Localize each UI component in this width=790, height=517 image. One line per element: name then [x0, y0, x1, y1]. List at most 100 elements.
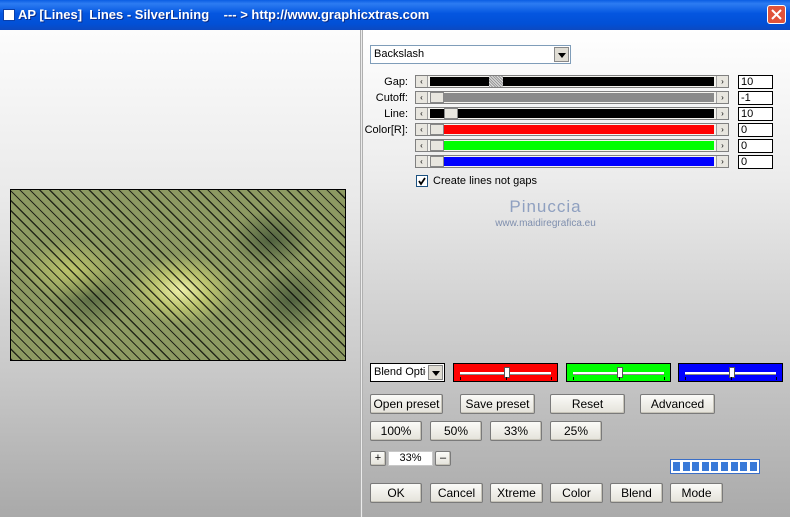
app-icon: [3, 9, 15, 21]
color-slider[interactable]: [678, 363, 783, 382]
arrow-left-icon[interactable]: ‹: [416, 140, 428, 151]
chevron-down-icon: [558, 53, 566, 58]
slider-label: Cutoff:: [375, 92, 408, 104]
slider-value-field[interactable]: 0: [738, 139, 773, 153]
zoom-out-button[interactable]: –: [435, 451, 451, 466]
create-lines-label: Create lines not gaps: [433, 175, 537, 187]
slider-thumb[interactable]: [430, 140, 444, 151]
slider-label: Line:: [384, 108, 408, 120]
slider-label: Gap:: [384, 76, 408, 88]
slider-thumb[interactable]: [504, 367, 510, 378]
arrow-right-icon[interactable]: ›: [716, 92, 728, 103]
zoom-100-button[interactable]: 100%: [370, 421, 422, 441]
arrow-left-icon[interactable]: ‹: [416, 76, 428, 87]
slider-track[interactable]: ‹ ›: [415, 155, 729, 168]
progress-cell: [730, 462, 738, 471]
progress-cell: [701, 462, 709, 471]
save-preset-button[interactable]: Save preset: [460, 394, 535, 414]
slider-track[interactable]: ‹ ›: [415, 123, 729, 136]
title-bar: AP [Lines] Lines - SilverLining --- > ht…: [0, 0, 790, 30]
slider-value-field[interactable]: 10: [738, 107, 773, 121]
blend-button[interactable]: Blend: [610, 483, 663, 503]
advanced-button[interactable]: Advanced: [640, 394, 715, 414]
slider-value-field[interactable]: -1: [738, 91, 773, 105]
slider-value-field[interactable]: 0: [738, 155, 773, 169]
slider-track[interactable]: ‹ ›: [415, 75, 729, 88]
zoom-25-button[interactable]: 25%: [550, 421, 602, 441]
zoom-50-button[interactable]: 50%: [430, 421, 482, 441]
color-button[interactable]: Color: [550, 483, 603, 503]
progress-bar: [670, 459, 760, 474]
arrow-right-icon[interactable]: ›: [716, 124, 728, 135]
arrow-left-icon[interactable]: ‹: [416, 108, 428, 119]
slider-track[interactable]: ‹ ›: [415, 91, 729, 104]
mode-button[interactable]: Mode: [670, 483, 723, 503]
slider-label: Color[R]:: [364, 124, 408, 136]
slider-thumb[interactable]: [729, 367, 735, 378]
progress-cell: [692, 462, 700, 471]
slider-track[interactable]: ‹ ›: [415, 139, 729, 152]
slider-value-field[interactable]: 0: [738, 123, 773, 137]
slider-thumb[interactable]: [444, 108, 458, 119]
slider-fill: [430, 125, 714, 134]
progress-cell: [673, 462, 680, 471]
blend-options-select[interactable]: Blend Optio: [370, 363, 445, 382]
blend-options-value: Blend Optio: [374, 366, 426, 378]
zoom-level-field[interactable]: 33%: [388, 451, 433, 466]
slider-track[interactable]: ‹ ›: [415, 107, 729, 120]
slider-thumb[interactable]: [489, 76, 503, 87]
arrow-left-icon[interactable]: ‹: [416, 156, 428, 167]
slider-tick: [776, 377, 777, 380]
slider-tick: [664, 377, 665, 380]
slider-thumb[interactable]: [430, 124, 444, 135]
close-icon: [771, 9, 782, 20]
slider-tick: [573, 377, 574, 380]
slider-tick: [731, 377, 732, 380]
dropdown-arrow[interactable]: [554, 47, 569, 62]
checkmark-icon: [418, 177, 426, 186]
progress-cell: [711, 462, 719, 471]
pattern-select-value: Backslash: [374, 48, 425, 60]
arrow-right-icon[interactable]: ›: [716, 140, 728, 151]
slider-value-field[interactable]: 10: [738, 75, 773, 89]
create-lines-checkbox[interactable]: [416, 175, 428, 187]
progress-cell: [749, 462, 757, 471]
pattern-select[interactable]: Backslash: [370, 45, 571, 64]
color-slider[interactable]: [566, 363, 671, 382]
slider-tick: [460, 377, 461, 380]
watermark-title: Pinuccia: [509, 197, 582, 216]
preview-image: [10, 189, 346, 361]
arrow-right-icon[interactable]: ›: [716, 76, 728, 87]
arrow-left-icon[interactable]: ‹: [416, 92, 428, 103]
window-title: AP [Lines] Lines - SilverLining --- > ht…: [18, 7, 430, 22]
chevron-down-icon: [432, 371, 440, 376]
arrow-right-icon[interactable]: ›: [716, 156, 728, 167]
slider-thumb[interactable]: [430, 156, 444, 167]
color-slider[interactable]: [453, 363, 558, 382]
dropdown-arrow[interactable]: [428, 365, 443, 380]
slider-thumb[interactable]: [617, 367, 623, 378]
arrow-left-icon[interactable]: ‹: [416, 124, 428, 135]
zoom-in-button[interactable]: +: [370, 451, 386, 466]
progress-cell: [740, 462, 748, 471]
reset-button[interactable]: Reset: [550, 394, 625, 414]
progress-cell: [721, 462, 728, 471]
slider-fill: [430, 109, 714, 118]
zoom-33-button[interactable]: 33%: [490, 421, 542, 441]
open-preset-button[interactable]: Open preset: [370, 394, 443, 414]
slider-tick: [506, 377, 507, 380]
slider-fill: [430, 93, 714, 102]
slider-tick: [685, 377, 686, 380]
cancel-button[interactable]: Cancel: [430, 483, 483, 503]
slider-fill: [430, 141, 714, 150]
arrow-right-icon[interactable]: ›: [716, 108, 728, 119]
xtreme-button[interactable]: Xtreme: [490, 483, 543, 503]
watermark-url: www.maidiregrafica.eu: [495, 218, 596, 229]
progress-cell: [682, 462, 690, 471]
ok-button[interactable]: OK: [370, 483, 422, 503]
close-button[interactable]: [767, 5, 786, 24]
slider-fill: [430, 77, 714, 86]
slider-fill: [430, 157, 714, 166]
slider-thumb[interactable]: [430, 92, 444, 103]
slider-tick: [551, 377, 552, 380]
